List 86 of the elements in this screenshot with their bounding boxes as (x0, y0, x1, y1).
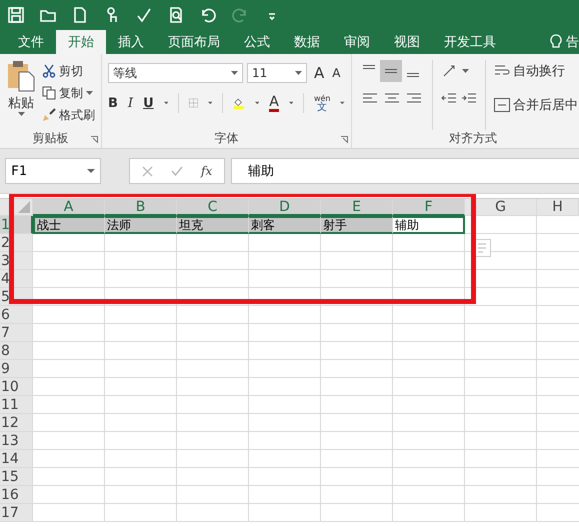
ribbon-tab[interactable]: 插入 (106, 30, 156, 54)
dialog-launcher-icon[interactable] (341, 136, 348, 143)
spelling-icon[interactable] (135, 6, 153, 24)
dialog-launcher-icon[interactable] (91, 136, 98, 143)
cut-button[interactable]: 剪切 (59, 62, 83, 80)
insert-function-button[interactable]: fx (201, 164, 212, 178)
column-header[interactable]: D (249, 199, 321, 216)
row-header[interactable]: 16 (0, 486, 33, 504)
print-preview-icon[interactable] (167, 6, 185, 24)
tell-me-field[interactable]: 告 (566, 33, 579, 51)
paste-button[interactable]: 粘贴 (8, 94, 34, 112)
document-icon[interactable] (71, 6, 89, 24)
row-header[interactable]: 6 (0, 306, 33, 324)
align-lines-icon (385, 69, 397, 73)
column-header[interactable]: E (321, 199, 393, 216)
align-lines-icon (363, 65, 375, 69)
format-painter-button[interactable]: 格式刷 (59, 106, 95, 124)
table-cell: 射手 (321, 216, 393, 234)
group-label: 剪贴板 (32, 130, 70, 147)
paste-icon[interactable] (6, 60, 36, 92)
copy-button[interactable]: 复制 (59, 84, 83, 102)
row-header[interactable]: 10 (0, 378, 33, 396)
group-label: 对齐方式 (448, 130, 498, 147)
undo-icon[interactable] (199, 6, 217, 24)
save-icon[interactable] (7, 6, 25, 24)
caret-icon (295, 71, 302, 75)
grow-font-button[interactable]: A (314, 64, 324, 82)
caret-icon (462, 69, 469, 73)
ribbon-tab[interactable]: 开发工具 (432, 30, 508, 54)
caret-icon (86, 91, 93, 95)
caret-icon (164, 101, 168, 105)
font-name-field[interactable]: 等线 (108, 63, 243, 83)
caret-icon (288, 101, 294, 105)
column-header[interactable]: C (177, 199, 249, 216)
borders-icon[interactable] (188, 96, 198, 110)
caret-icon (254, 101, 260, 105)
row-header[interactable]: 7 (0, 324, 33, 342)
row-header[interactable]: 9 (0, 360, 33, 378)
name-box[interactable]: F1 (5, 158, 101, 184)
table-cell: 战士 (33, 216, 105, 234)
wrap-text-button[interactable]: 自动换行 (513, 62, 565, 80)
row-header[interactable]: 17 (0, 504, 33, 522)
table-cell: 坦克 (177, 216, 249, 234)
caret-icon (18, 112, 24, 116)
row-header[interactable]: 12 (0, 414, 33, 432)
column-header[interactable]: H (537, 199, 579, 216)
lightbulb-icon (550, 34, 562, 50)
ribbon-tab[interactable]: 公式 (232, 30, 282, 54)
caret-icon (87, 169, 95, 173)
column-header[interactable]: F (393, 199, 465, 216)
table-cell: 辅助 (393, 216, 465, 234)
ribbon-tab[interactable]: 视图 (382, 30, 432, 54)
column-header[interactable]: G (465, 199, 537, 216)
ribbon-tab[interactable]: 审阅 (332, 30, 382, 54)
underline-button[interactable]: U (143, 96, 154, 110)
scissors-icon (42, 64, 56, 78)
row-header[interactable]: 8 (0, 342, 33, 360)
paintbrush-icon (42, 108, 56, 122)
ribbon-tab[interactable]: 数据 (282, 30, 332, 54)
merge-icon (494, 98, 510, 112)
shrink-font-button[interactable]: A (332, 66, 340, 80)
caret-icon (231, 71, 238, 75)
ribbon-tab[interactable]: 页面布局 (156, 30, 232, 54)
ribbon-tab[interactable]: 文件 (6, 30, 56, 54)
row-header[interactable]: 15 (0, 468, 33, 486)
font-color-button[interactable]: A (269, 94, 279, 112)
italic-button[interactable]: I (128, 96, 134, 110)
formula-field[interactable]: 辅助 (231, 158, 579, 184)
column-header[interactable]: A (33, 199, 105, 216)
group-label: 字体 (214, 130, 240, 147)
copy-icon (42, 86, 56, 100)
row-header[interactable]: 13 (0, 432, 33, 450)
align-lines-icon (407, 73, 419, 77)
font-size-field[interactable]: 11 (247, 63, 307, 83)
row-header[interactable]: 14 (0, 450, 33, 468)
phonetic-button[interactable]: wén 文 (314, 94, 330, 112)
column-header[interactable]: B (105, 199, 177, 216)
row-header[interactable]: 11 (0, 396, 33, 414)
bold-button[interactable]: B (108, 96, 118, 110)
caret-icon (340, 101, 346, 105)
ribbon-tab[interactable]: 开始 (56, 30, 106, 54)
vertical-align-button[interactable] (380, 60, 402, 82)
caret-icon (208, 101, 212, 105)
table-cell: 刺客 (249, 216, 321, 234)
table-cell: 法师 (105, 216, 177, 234)
merge-center-button[interactable]: 合并后居中 (513, 96, 578, 114)
